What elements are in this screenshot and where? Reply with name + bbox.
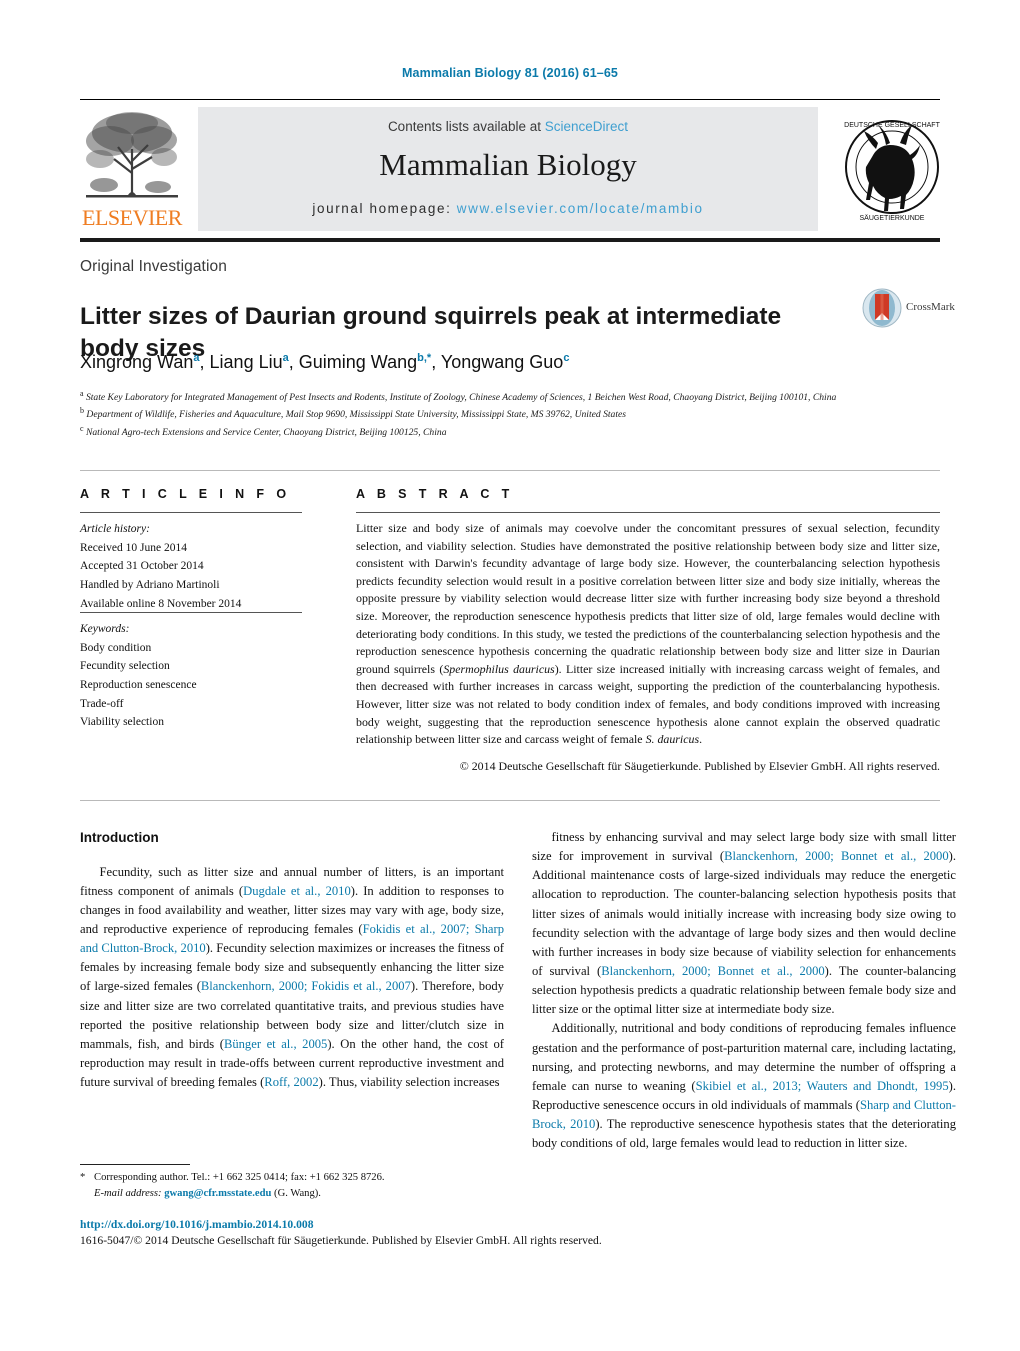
citation-link[interactable]: Fokidis et al., 2007; Sharp and Clutton-… [80,922,504,955]
footnote-star: * [80,1172,86,1183]
affiliation-list: a State Key Laboratory for Integrated Ma… [80,388,900,440]
citation-link[interactable]: Bünger et al., 2005 [224,1037,327,1051]
citation-link[interactable]: Skibiel et al., 2013; Wauters and Dhondt… [696,1079,949,1093]
masthead-band: Contents lists available at ScienceDirec… [198,107,818,231]
corresponding-author-footnote: * Corresponding author. Tel.: +1 662 325… [80,1170,504,1202]
citation-link[interactable]: Blanckenhorn, 2000; Bonnet et al., 2000 [601,964,824,978]
body-column-left: Introduction Fecundity, such as litter s… [80,828,504,1092]
sciencedirect-link[interactable]: ScienceDirect [545,119,628,134]
affiliation-item: b Department of Wildlife, Fisheries and … [80,406,627,421]
article-history-label: Article history: [80,523,150,535]
contents-available-line: Contents lists available at ScienceDirec… [198,119,818,134]
citation-link[interactable]: Sharp and Clutton-Brock, 2010 [80,922,504,955]
introduction-heading: Introduction [80,830,159,845]
article-history-item: Accepted 31 October 2014 [80,560,204,573]
svg-text:SÄUGETIERKUNDE: SÄUGETIERKUNDE [860,214,925,222]
info-rule-a [80,512,302,513]
crossmark-icon [862,288,902,328]
article-history-item: Available online 8 November 2014 [80,597,242,610]
affiliation-item: c National Agro-tech Extensions and Serv… [80,423,447,438]
elsevier-tree-icon [84,107,180,207]
keywords-label: Keywords: [80,623,130,635]
running-head: Mammalian Biology 81 (2016) 61–65 [402,66,618,80]
footnote-lines: Corresponding author. Tel.: +1 662 325 0… [94,1172,385,1200]
society-logo: DEUTSCHE GESELLSCHAFT SÄUGETIERKUNDE [842,105,942,230]
citation-link[interactable]: Blanckenhorn, 2000; Bonnet et al., 2000 [724,849,949,863]
crossmark-badge[interactable]: CrossMark [862,288,960,330]
email-label: E-mail address: [94,1188,162,1200]
elsevier-logo: ELSEVIER [80,105,184,233]
citation-link[interactable]: Blanckenhorn, 2000; Fokidis et al., 2007 [201,979,411,993]
keyword-item: Body condition [80,641,152,654]
footnote-rule [80,1164,190,1165]
body-column-right: fitness by enhancing survival and may se… [532,828,956,1153]
article-category: Original Investigation [80,258,227,275]
abstract-copyright: © 2014 Deutsche Gesellschaft für Säugeti… [459,758,940,773]
journal-homepage-line: journal homepage: www.elsevier.com/locat… [198,201,818,216]
issn-copyright-line: 1616-5047/© 2014 Deutsche Gesellschaft f… [80,1234,602,1247]
citation-link[interactable]: Roff, 2002 [264,1075,318,1089]
journal-masthead: ELSEVIER Contents lists available at Sci… [80,105,942,233]
homepage-prefix: journal homepage: [312,201,457,216]
abstract-rule-a [356,512,940,513]
email-link[interactable]: gwang@cfr.msstate.edu [164,1188,271,1199]
keyword-item: Reproduction senescence [80,678,197,691]
masthead-top-rule [80,99,940,100]
article-history-item: Received 10 June 2014 [80,541,187,554]
abstract-text: Litter size and body size of animals may… [356,521,940,747]
abstract-bottom-rule [80,800,940,801]
abstract-body: Litter size and body size of animals may… [356,520,940,776]
intro-paragraph-right-1: fitness by enhancing survival and may se… [532,830,956,1017]
crossmark-label: CrossMark [906,301,955,313]
contents-prefix: Contents lists available at [387,119,545,134]
keyword-item: Trade-off [80,697,124,710]
author-list: Xingrong Wana, Liang Liua, Guiming Wangb… [80,352,570,372]
intro-paragraph-right-2: Additionally, nutritional and body condi… [532,1021,956,1151]
keyword-item: Fecundity selection [80,660,170,673]
article-history-item: Handled by Adriano Martinoli [80,578,220,591]
keywords-block: Keywords: Body condition Fecundity selec… [80,620,305,732]
homepage-link[interactable]: www.elsevier.com/locate/mambio [457,201,704,216]
article-history-block: Article history: Received 10 June 2014 A… [80,520,305,613]
affiliation-item: a State Key Laboratory for Integrated Ma… [80,389,837,404]
dgs-deer-seal-icon: DEUTSCHE GESELLSCHAFT SÄUGETIERKUNDE [844,120,941,222]
info-rule-b [80,612,302,613]
citation-link[interactable]: Dugdale et al., 2010 [243,884,351,898]
citation-link[interactable]: Sharp and Clutton-Brock, 2010 [532,1098,956,1131]
keyword-item: Viability selection [80,716,164,729]
intro-paragraph-left: Fecundity, such as litter size and annua… [80,864,504,1090]
elsevier-wordmark: ELSEVIER [82,205,182,230]
abstract-heading: A B S T R A C T [356,487,514,501]
journal-article-first-page: Mammalian Biology 81 (2016) 61–65 ELSEVI… [0,0,1020,1351]
journal-title: Mammalian Biology [379,147,637,182]
doi-link[interactable]: http://dx.doi.org/10.1016/j.mambio.2014.… [80,1218,314,1231]
info-block-top-rule [80,470,940,471]
article-info-heading: A R T I C L E I N F O [80,487,291,501]
svg-text:DEUTSCHE GESELLSCHAFT: DEUTSCHE GESELLSCHAFT [844,122,940,129]
masthead-bottom-rule [80,238,940,242]
